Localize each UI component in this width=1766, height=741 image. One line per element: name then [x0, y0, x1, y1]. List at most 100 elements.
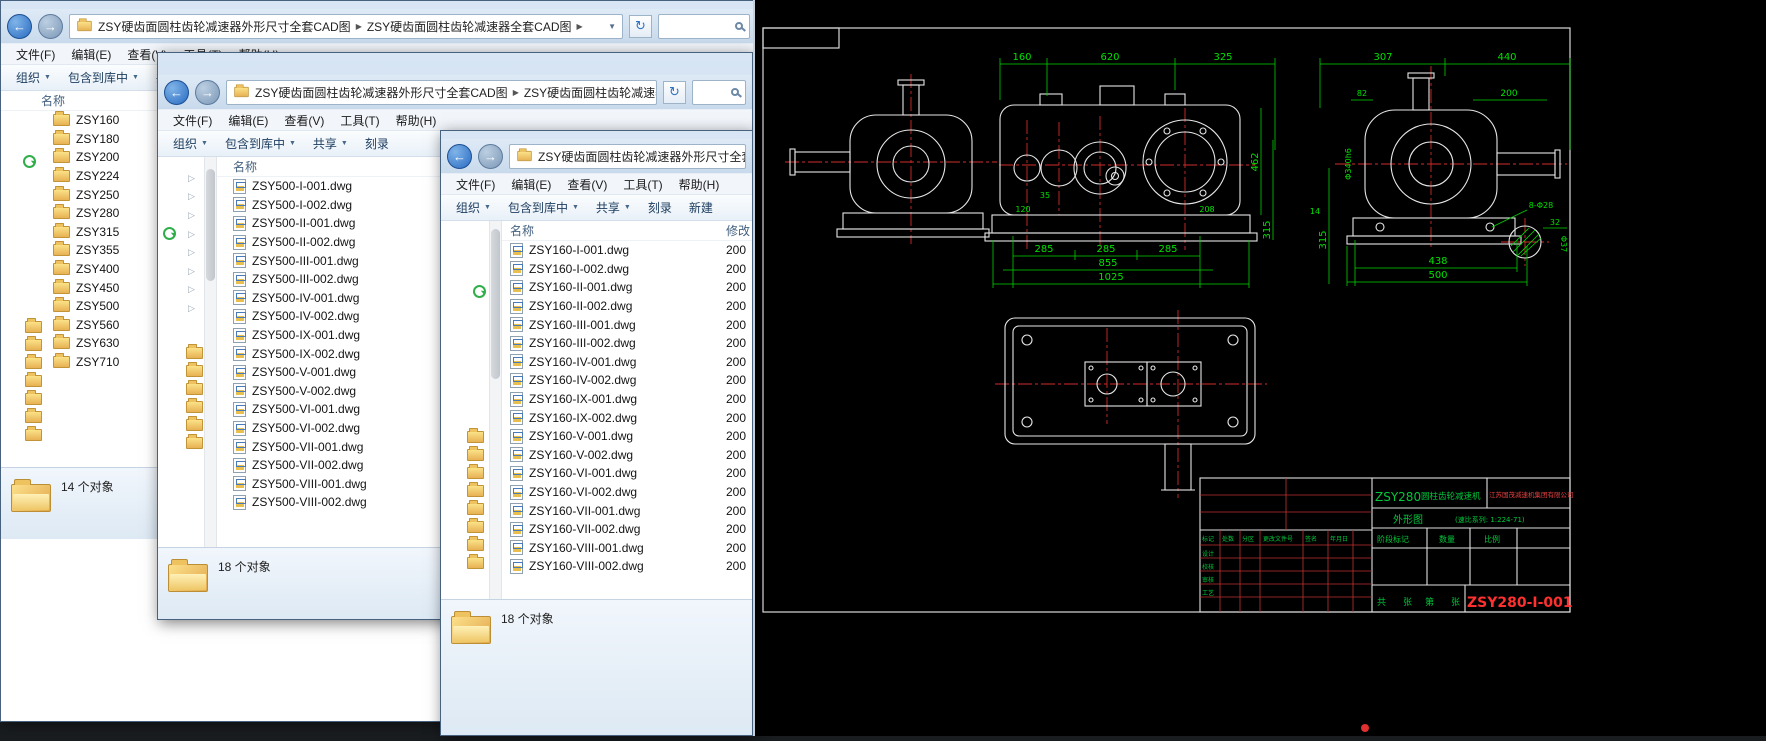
folder-icon[interactable]: [186, 347, 203, 359]
window-title-strip[interactable]: [1, 1, 756, 9]
window-title-strip[interactable]: [158, 53, 752, 75]
folder-icon[interactable]: [186, 401, 203, 413]
folder-icon[interactable]: [25, 357, 42, 369]
list-item[interactable]: ZSY160-IX-001.dwg 200: [502, 390, 752, 409]
organize-button[interactable]: 组织▼: [166, 132, 215, 155]
burn-button[interactable]: 刻录: [641, 196, 679, 219]
folder-icon[interactable]: [467, 539, 484, 551]
scrollbar-thumb[interactable]: [491, 229, 500, 379]
list-item[interactable]: ZSY160-I-002.dwg 200: [502, 260, 752, 279]
search-box[interactable]: [658, 14, 750, 39]
new-button[interactable]: 新建: [682, 196, 720, 219]
menu-tools[interactable]: 工具(T): [616, 174, 669, 195]
name-column-header[interactable]: 名称: [233, 158, 257, 175]
back-button[interactable]: ←: [7, 14, 32, 39]
tree-scrollbar[interactable]: [204, 157, 217, 547]
expander-icon[interactable]: ▷: [188, 206, 195, 225]
menu-edit[interactable]: 编辑(E): [221, 110, 275, 131]
list-item[interactable]: ZSY160-II-001.dwg 200: [502, 278, 752, 297]
breadcrumb-segment[interactable]: ZSY硬齿面圆柱齿轮减速器外形尺寸全套CAD图: [255, 84, 508, 101]
chevron-right-icon[interactable]: ▶: [356, 22, 362, 31]
folder-icon[interactable]: [186, 419, 203, 431]
list-item[interactable]: ZSY160-III-001.dwg 200: [502, 315, 752, 334]
folder-icon[interactable]: [467, 431, 484, 443]
expander-icon[interactable]: ▷: [188, 299, 195, 318]
list-item[interactable]: ZSY160-VIII-002.dwg 200: [502, 557, 752, 576]
list-item[interactable]: ZSY160-V-001.dwg 200: [502, 427, 752, 446]
folder-icon[interactable]: [467, 557, 484, 569]
folder-icon[interactable]: [186, 365, 203, 377]
list-item[interactable]: ZSY160-II-002.dwg 200: [502, 297, 752, 316]
folder-icon[interactable]: [186, 437, 203, 449]
back-button[interactable]: ←: [447, 144, 472, 169]
address-dropdown-icon[interactable]: ▼: [608, 22, 616, 31]
list-item[interactable]: ZSY160-I-001.dwg 200: [502, 241, 752, 260]
list-item[interactable]: ZSY160-VI-001.dwg 200: [502, 464, 752, 483]
expander-icon[interactable]: ▷: [188, 281, 195, 300]
list-item[interactable]: ZSY160-VII-002.dwg 200: [502, 520, 752, 539]
chevron-right-icon[interactable]: ▶: [513, 88, 519, 97]
list-item[interactable]: ZSY160-IV-002.dwg 200: [502, 371, 752, 390]
menu-file[interactable]: 文件(F): [449, 174, 502, 195]
tree-scrollbar[interactable]: [489, 221, 502, 599]
menu-view[interactable]: 查看(V): [560, 174, 614, 195]
refresh-button[interactable]: ↻: [663, 81, 686, 104]
folder-icon[interactable]: [186, 383, 203, 395]
forward-button[interactable]: →: [478, 144, 503, 169]
name-column-header[interactable]: 名称: [41, 92, 65, 109]
window-title-strip[interactable]: [441, 131, 752, 139]
breadcrumb-segment[interactable]: ZSY硬齿面圆柱齿轮减速器外形尺寸全套CAD图: [98, 18, 351, 35]
search-box[interactable]: [692, 80, 746, 105]
folder-icon[interactable]: [467, 467, 484, 479]
menu-help[interactable]: 帮助(H): [672, 174, 727, 195]
folder-icon[interactable]: [25, 375, 42, 387]
name-column-header[interactable]: 名称: [510, 222, 534, 239]
list-item[interactable]: ZSY160-IX-002.dwg 200: [502, 408, 752, 427]
chevron-right-icon[interactable]: ▶: [577, 22, 583, 31]
menu-edit[interactable]: 编辑(E): [64, 44, 118, 65]
include-in-library-button[interactable]: 包含到库中▼: [61, 66, 146, 89]
scrollbar-thumb[interactable]: [206, 169, 215, 281]
share-button[interactable]: 共享▼: [589, 196, 638, 219]
address-box[interactable]: ZSY硬齿面圆柱齿轮减速器外形尺寸全套CA: [509, 144, 746, 169]
refresh-button[interactable]: ↻: [629, 15, 652, 38]
cad-drawing-area[interactable]: 160 620 325 307 440 82 200 120 35 208 28…: [755, 0, 1766, 736]
breadcrumb-segment[interactable]: ZSY硬齿面圆柱齿轮减速器全套CAD图: [524, 84, 657, 101]
include-in-library-button[interactable]: 包含到库中▼: [218, 132, 303, 155]
list-item[interactable]: ZSY160-V-002.dwg 200: [502, 446, 752, 465]
folder-icon[interactable]: [25, 393, 42, 405]
folder-icon[interactable]: [467, 503, 484, 515]
share-button[interactable]: 共享▼: [306, 132, 355, 155]
address-box[interactable]: ZSY硬齿面圆柱齿轮减速器外形尺寸全套CAD图 ▶ ZSY硬齿面圆柱齿轮减速器全…: [226, 80, 657, 105]
organize-button[interactable]: 组织▼: [449, 196, 498, 219]
list-item[interactable]: ZSY160-VII-001.dwg 200: [502, 501, 752, 520]
folder-icon[interactable]: [25, 429, 42, 441]
folder-icon[interactable]: [467, 449, 484, 461]
address-box[interactable]: ZSY硬齿面圆柱齿轮减速器外形尺寸全套CAD图 ▶ ZSY硬齿面圆柱齿轮减速器全…: [69, 14, 623, 39]
list-item[interactable]: ZSY160-VIII-001.dwg 200: [502, 539, 752, 558]
list-item[interactable]: ZSY160-VI-002.dwg 200: [502, 483, 752, 502]
expander-icon[interactable]: ▷: [188, 243, 195, 262]
folder-icon[interactable]: [25, 339, 42, 351]
back-button[interactable]: ←: [164, 80, 189, 105]
expander-icon[interactable]: ▷: [188, 188, 195, 207]
include-in-library-button[interactable]: 包含到库中▼: [501, 196, 586, 219]
folder-icon[interactable]: [25, 411, 42, 423]
breadcrumb-segment[interactable]: ZSY硬齿面圆柱齿轮减速器外形尺寸全套CA: [538, 148, 746, 165]
list-item[interactable]: ZSY160-III-002.dwg 200: [502, 334, 752, 353]
breadcrumb-segment[interactable]: ZSY硬齿面圆柱齿轮减速器全套CAD图: [367, 18, 572, 35]
menu-file[interactable]: 文件(F): [166, 110, 219, 131]
folder-icon[interactable]: [467, 521, 484, 533]
folder-icon[interactable]: [467, 485, 484, 497]
menu-file[interactable]: 文件(F): [9, 44, 62, 65]
menu-tools[interactable]: 工具(T): [333, 110, 386, 131]
menu-edit[interactable]: 编辑(E): [504, 174, 558, 195]
menu-view[interactable]: 查看(V): [277, 110, 331, 131]
folder-icon[interactable]: [25, 321, 42, 333]
burn-button[interactable]: 刻录: [358, 132, 396, 155]
menu-help[interactable]: 帮助(H): [389, 110, 444, 131]
list-item[interactable]: ZSY160-IV-001.dwg 200: [502, 353, 752, 372]
forward-button[interactable]: →: [195, 80, 220, 105]
expander-icon[interactable]: ▷: [188, 262, 195, 281]
organize-button[interactable]: 组织▼: [9, 66, 58, 89]
